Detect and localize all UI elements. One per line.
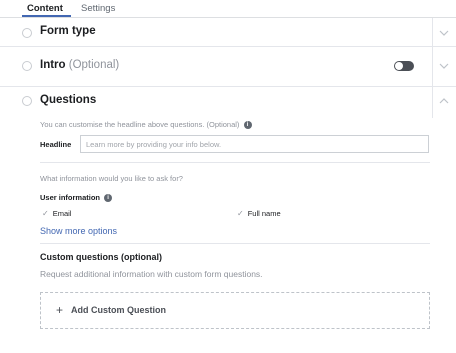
intro-title-text: Intro	[40, 59, 66, 71]
user-info-label: User information i	[40, 193, 113, 203]
section-questions[interactable]: Questions	[0, 87, 456, 115]
chevron-up-icon[interactable]	[438, 95, 450, 107]
field-email-label: Email	[52, 209, 72, 218]
section-form-type[interactable]: Form type	[0, 18, 456, 46]
intro-toggle[interactable]	[394, 61, 414, 71]
headline-hint: You can customise the headline above que…	[40, 120, 252, 130]
checkmark-icon: ✓	[237, 209, 244, 218]
tab-bar: Content Settings	[0, 0, 456, 18]
tab-settings[interactable]: Settings	[81, 3, 115, 14]
checkmark-icon: ✓	[42, 209, 49, 218]
info-icon[interactable]: i	[243, 121, 252, 130]
chevron-down-icon[interactable]	[438, 27, 450, 39]
ask-hint: What information would you like to ask f…	[40, 174, 183, 183]
plus-icon: +	[56, 303, 64, 317]
add-custom-question-button[interactable]: + Add Custom Question	[40, 292, 430, 329]
field-full-name[interactable]: ✓ Full name	[237, 209, 281, 218]
custom-questions-title: Custom questions (optional)	[40, 252, 162, 262]
field-full-name-label: Full name	[247, 209, 281, 218]
section-intro[interactable]: Intro (Optional)	[0, 47, 456, 86]
show-more-options-link[interactable]: Show more options	[40, 226, 117, 236]
form-type-radio[interactable]	[22, 28, 32, 38]
headline-hint-text: You can customise the headline above que…	[40, 120, 240, 129]
headline-input[interactable]	[80, 135, 429, 153]
intro-radio[interactable]	[22, 61, 32, 71]
toggle-knob	[395, 62, 403, 70]
field-divider	[40, 162, 430, 163]
intro-title: Intro (Optional)	[40, 59, 119, 71]
tab-content[interactable]: Content	[27, 3, 63, 14]
info-icon[interactable]: i	[104, 194, 113, 203]
custom-questions-subtitle: Request additional information with cust…	[40, 269, 263, 279]
headline-label: Headline	[40, 140, 72, 149]
questions-radio[interactable]	[22, 96, 32, 106]
user-info-label-text: User information	[40, 193, 101, 202]
field-divider	[40, 243, 430, 244]
questions-title: Questions	[40, 94, 97, 106]
form-type-title: Form type	[40, 25, 96, 37]
add-custom-question-label: Add Custom Question	[71, 305, 166, 315]
intro-optional-tag: (Optional)	[68, 59, 120, 71]
field-email[interactable]: ✓ Email	[42, 209, 71, 218]
chevron-down-icon[interactable]	[438, 60, 450, 72]
